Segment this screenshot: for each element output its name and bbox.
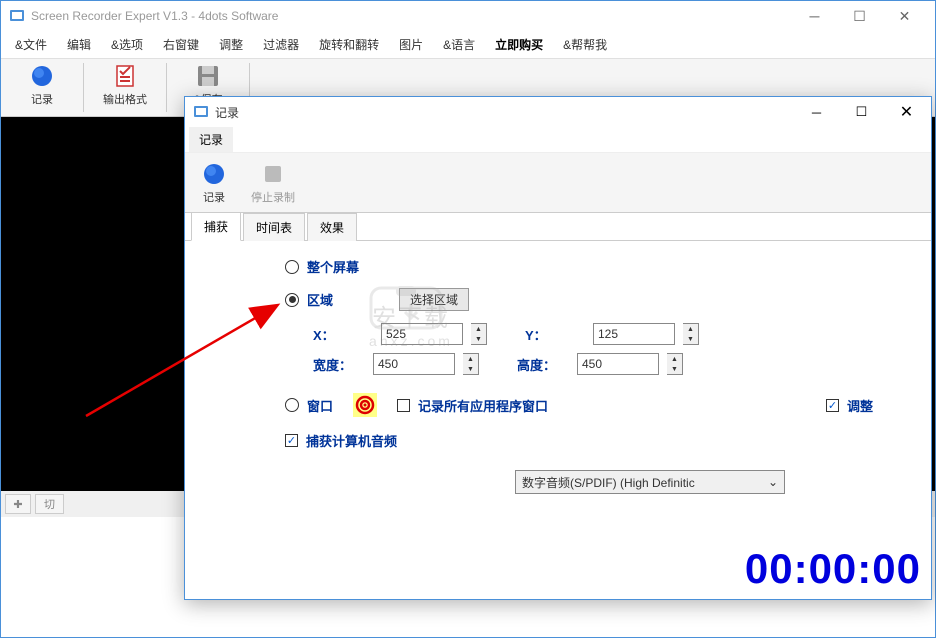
menu-right[interactable]: 右窗键 [153,32,209,57]
toolbar-output-button[interactable]: 输出格式 [100,63,150,107]
menu-language[interactable]: &语言 [433,32,485,57]
close-button[interactable]: ✕ [882,2,927,30]
input-x[interactable]: 525 [381,323,463,345]
spinner-x[interactable]: ▲▼ [471,323,487,345]
dialog-maximize-button[interactable]: ☐ [839,98,884,126]
checkbox-all-windows[interactable] [397,399,410,412]
checkbox-adjust[interactable] [826,399,839,412]
dialog-minimize-button[interactable]: ─ [794,98,839,126]
dialog-menubar: 记录 [185,127,931,153]
input-height[interactable]: 450 [577,353,659,375]
label-capture-audio: 捕获计算机音频 [306,431,397,450]
toolbar-output-label: 输出格式 [103,91,147,107]
save-icon [195,63,221,89]
dialog-stop-button[interactable]: 停止录制 [251,161,295,205]
record-dialog: 记录 ─ ☐ ✕ 记录 记录 停止录制 捕获 时间表 效果 整个屏幕 区域 选择… [184,96,932,600]
record-icon [201,161,227,187]
tab-effects[interactable]: 效果 [307,213,357,241]
menu-image[interactable]: 图片 [389,32,433,57]
dialog-tabs: 捕获 时间表 效果 [185,213,931,241]
main-title: Screen Recorder Expert V1.3 - 4dots Soft… [31,9,792,23]
menu-options[interactable]: &选项 [101,32,153,57]
tab-capture[interactable]: 捕获 [191,212,241,241]
spinner-height[interactable]: ▲▼ [667,353,683,375]
spinner-width[interactable]: ▲▼ [463,353,479,375]
audio-device-dropdown[interactable]: 数字音频(S/PDIF) (High Definitic ⌄ [515,470,785,494]
main-titlebar: Screen Recorder Expert V1.3 - 4dots Soft… [1,1,935,31]
main-menubar: &文件 编辑 &选项 右窗键 调整 过滤器 旋转和翻转 图片 &语言 立即购买 … [1,31,935,59]
cut-button[interactable]: 切 [35,494,64,514]
dialog-icon [193,104,209,120]
label-adjust: 调整 [847,396,873,415]
label-width: 宽度： [313,355,365,374]
menu-rotate[interactable]: 旋转和翻转 [309,32,389,57]
dialog-close-button[interactable]: ✕ [884,98,929,126]
input-width[interactable]: 450 [373,353,455,375]
label-window: 窗口 [307,396,333,415]
label-region: 区域 [307,290,333,309]
menu-filter[interactable]: 过滤器 [253,32,309,57]
checkbox-capture-audio[interactable] [285,434,298,447]
dialog-menu-record[interactable]: 记录 [189,127,233,152]
label-all-windows: 记录所有应用程序窗口 [418,396,548,415]
menu-file[interactable]: &文件 [5,32,57,57]
timer-display: 00:00:00 [745,545,921,593]
radio-window[interactable] [285,398,299,412]
toolbar-record-label: 记录 [31,91,53,107]
dialog-body: 整个屏幕 区域 选择区域 X： 525 ▲▼ Y： 125 ▲▼ 宽度： 450… [185,241,931,599]
output-format-icon [112,63,138,89]
toolbar-record-button[interactable]: 记录 [17,63,67,107]
label-y: Y： [525,325,565,344]
spinner-y[interactable]: ▲▼ [683,323,699,345]
target-picker-icon[interactable] [353,393,377,417]
select-region-button[interactable]: 选择区域 [399,288,469,311]
record-icon [29,63,55,89]
label-fullscreen: 整个屏幕 [307,257,359,276]
app-icon [9,8,25,24]
minimize-button[interactable]: ─ [792,2,837,30]
menu-help[interactable]: &帮帮我 [553,32,617,57]
dialog-title: 记录 [215,104,794,121]
tab-schedule[interactable]: 时间表 [243,213,305,241]
label-height: 高度： [517,355,569,374]
dialog-record-button[interactable]: 记录 [201,161,227,205]
dialog-toolbar: 记录 停止录制 [185,153,931,213]
input-y[interactable]: 125 [593,323,675,345]
menu-edit[interactable]: 编辑 [57,32,101,57]
dialog-titlebar: 记录 ─ ☐ ✕ [185,97,931,127]
radio-fullscreen[interactable] [285,260,299,274]
radio-region[interactable] [285,293,299,307]
maximize-button[interactable]: ☐ [837,2,882,30]
menu-buy[interactable]: 立即购买 [485,32,553,57]
menu-adjust[interactable]: 调整 [209,32,253,57]
label-x: X： [313,325,353,344]
stop-icon [260,161,286,187]
chevron-down-icon: ⌄ [768,475,778,489]
add-button[interactable]: ✚ [5,494,31,514]
